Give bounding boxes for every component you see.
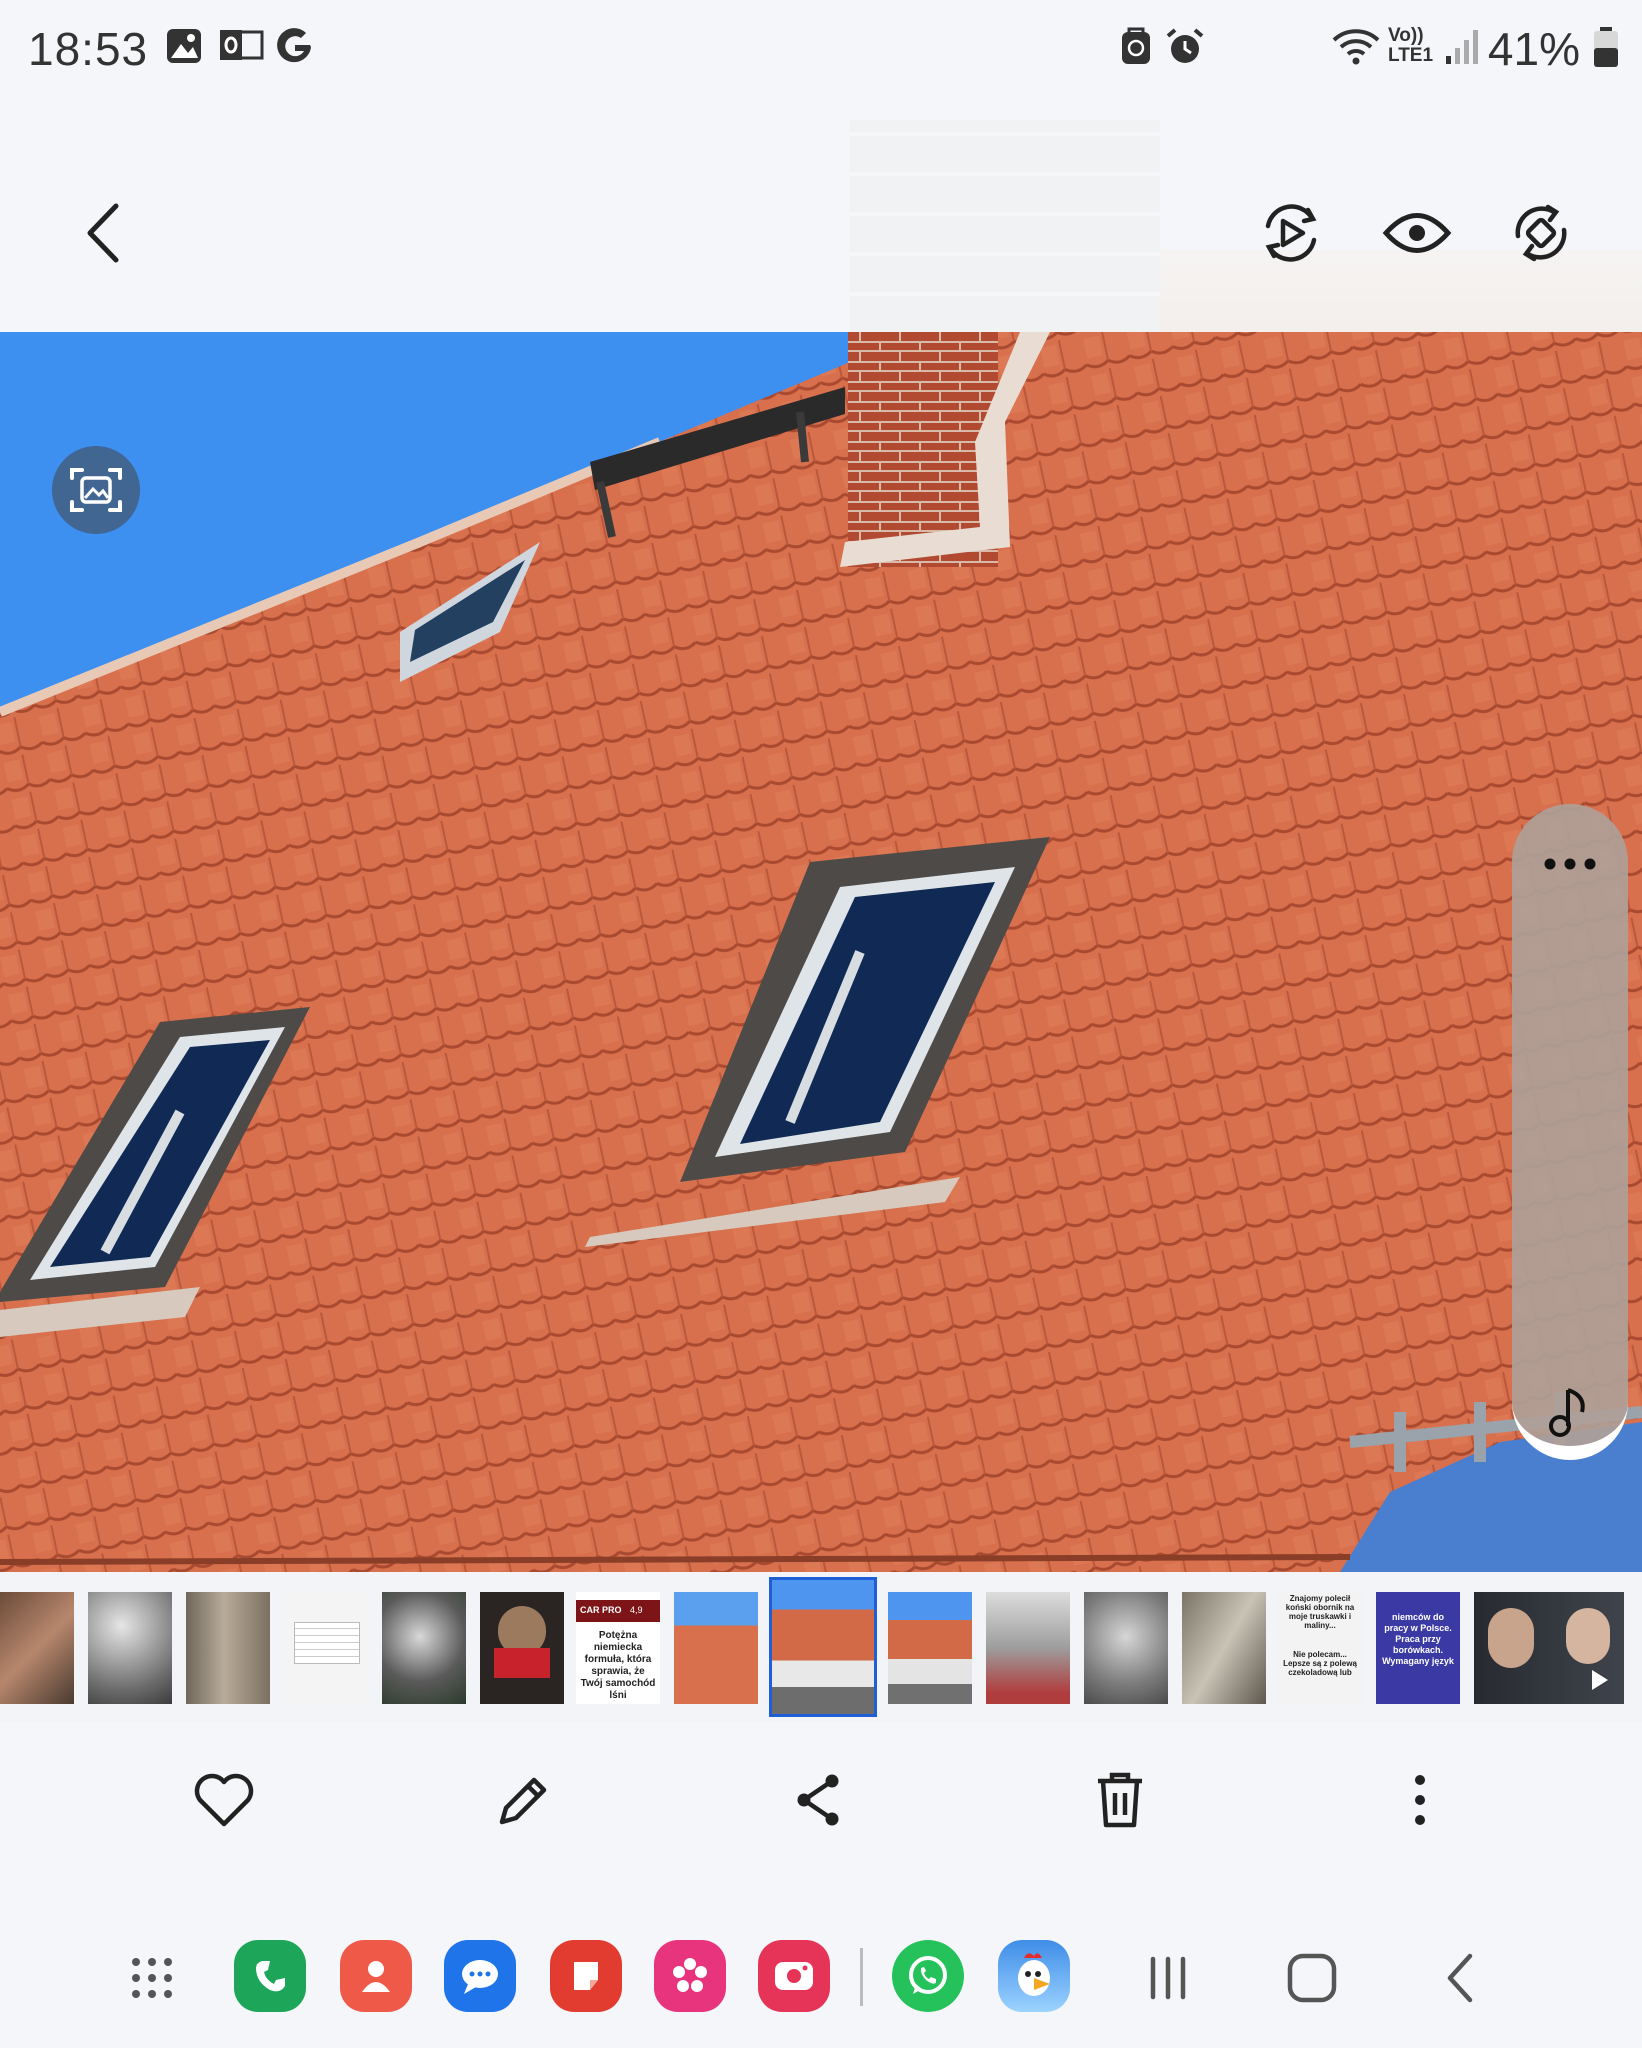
music-icon bbox=[1549, 1388, 1585, 1437]
image-scan-icon bbox=[70, 468, 122, 512]
action-bar bbox=[0, 1722, 1642, 1872]
share-icon bbox=[797, 1774, 839, 1826]
notes-app-icon[interactable] bbox=[550, 1940, 622, 2012]
delete-icon bbox=[1098, 1772, 1142, 1828]
roof-photo bbox=[0, 332, 1642, 1572]
side-more-button[interactable] bbox=[1542, 854, 1598, 874]
thumbnail[interactable] bbox=[284, 1592, 368, 1704]
thumbnail[interactable] bbox=[888, 1592, 972, 1704]
more-options-button[interactable] bbox=[1380, 1760, 1460, 1840]
thumbnail[interactable] bbox=[88, 1592, 172, 1704]
image-scan-button[interactable] bbox=[52, 446, 140, 534]
thumbnail[interactable] bbox=[0, 1592, 74, 1704]
thumbnail[interactable]: Znajomy polecił koński obornik na moje t… bbox=[1278, 1592, 1362, 1704]
battery-percentage: 41% bbox=[1487, 23, 1580, 75]
thumb-caption: Potężna niemiecka formuła, która sprawia… bbox=[580, 1630, 656, 1701]
status-time: 18:53 bbox=[28, 23, 149, 75]
recents-icon bbox=[1150, 1956, 1186, 2000]
face-preview bbox=[1488, 1608, 1534, 1668]
game-app-icon[interactable] bbox=[998, 1940, 1070, 2012]
thumbnail[interactable] bbox=[674, 1592, 758, 1704]
thumb-caption: Znajomy polecił koński obornik na moje t… bbox=[1285, 1594, 1355, 1630]
thumbnail[interactable] bbox=[1182, 1592, 1266, 1704]
music-button[interactable] bbox=[1546, 1384, 1594, 1440]
wifi-icon bbox=[1330, 26, 1382, 71]
back-button[interactable] bbox=[58, 188, 148, 278]
favorite-icon bbox=[194, 1773, 254, 1827]
thumbnail[interactable]: niemców do pracy w Polsce. Praca przy bo… bbox=[1376, 1592, 1460, 1704]
thumbnail[interactable] bbox=[986, 1592, 1070, 1704]
play-icon bbox=[1592, 1670, 1608, 1690]
view-button[interactable] bbox=[1372, 188, 1462, 278]
thumbnail-selected[interactable] bbox=[769, 1577, 877, 1717]
filmstrip: CAR PRO 4,9 Potężna niemiecka formuła, k… bbox=[0, 1572, 1642, 1722]
whatsapp-app-icon[interactable] bbox=[892, 1940, 964, 2012]
battery-icon bbox=[1592, 26, 1620, 73]
outlook-icon bbox=[218, 26, 264, 71]
thumb-badge: CAR PRO bbox=[580, 1605, 622, 1615]
phone-app-icon[interactable] bbox=[234, 1940, 306, 2012]
screen-recorder-app-icon[interactable] bbox=[758, 1940, 830, 2012]
rotate-icon bbox=[1515, 204, 1567, 262]
thumb-rating: 4,9 bbox=[630, 1605, 643, 1615]
lte-label: LTE1 bbox=[1388, 45, 1434, 66]
view-icon bbox=[1382, 213, 1452, 253]
dog-shirt-preview bbox=[494, 1648, 550, 1678]
volte-label: Vo)) bbox=[1388, 25, 1424, 46]
messages-app-icon[interactable] bbox=[444, 1940, 516, 2012]
recents-button[interactable] bbox=[1128, 1938, 1208, 2018]
top-toolbar bbox=[0, 100, 1642, 332]
back-icon bbox=[87, 203, 119, 263]
bixby-app-icon[interactable] bbox=[654, 1940, 726, 2012]
photo-viewer[interactable] bbox=[0, 332, 1642, 1572]
thumbnail[interactable]: CAR PRO 4,9 Potężna niemiecka formuła, k… bbox=[576, 1592, 660, 1704]
contacts-app-icon[interactable] bbox=[340, 1940, 412, 2012]
thumbnail[interactable] bbox=[480, 1592, 564, 1704]
delete-button[interactable] bbox=[1080, 1760, 1160, 1840]
share-button[interactable] bbox=[780, 1760, 860, 1840]
gallery-icon bbox=[164, 26, 204, 71]
motion-photo-button[interactable] bbox=[1246, 188, 1336, 278]
back-nav-button[interactable] bbox=[1420, 1938, 1500, 2018]
more-icon bbox=[1544, 858, 1596, 870]
apps-grid-button[interactable] bbox=[112, 1938, 192, 2018]
document-preview bbox=[294, 1622, 360, 1664]
back-nav-icon bbox=[1447, 1953, 1473, 2003]
dock bbox=[0, 1872, 1642, 2048]
alarm-icon bbox=[1164, 26, 1206, 73]
dock-divider bbox=[860, 1948, 863, 2006]
favorite-button[interactable] bbox=[184, 1760, 264, 1840]
photo-overlap-chimney bbox=[850, 120, 1160, 332]
side-panel bbox=[1512, 804, 1628, 1460]
thumb-caption: niemców do pracy w Polsce. Praca przy bo… bbox=[1382, 1612, 1454, 1666]
status-bar: 18:53 Vo)) LTE1 41% bbox=[0, 0, 1642, 100]
home-icon bbox=[1287, 1953, 1337, 2003]
face-preview bbox=[1566, 1608, 1610, 1664]
more-options-icon bbox=[1415, 1775, 1425, 1825]
volte-indicator: Vo)) LTE1 bbox=[1388, 26, 1438, 66]
secure-folder-icon bbox=[1120, 26, 1152, 71]
edit-icon bbox=[499, 1777, 547, 1825]
thumbnail[interactable] bbox=[186, 1592, 270, 1704]
edit-button[interactable] bbox=[482, 1760, 562, 1840]
rotate-button[interactable] bbox=[1496, 188, 1586, 278]
google-icon bbox=[274, 26, 316, 73]
motion-photo-icon bbox=[1265, 204, 1317, 262]
thumb-caption-2: Nie polecam... Lepsze są z polewą czekol… bbox=[1283, 1650, 1357, 1677]
signal-icon bbox=[1444, 26, 1484, 71]
apps-grid-icon bbox=[132, 1958, 172, 1998]
thumbnail-video[interactable] bbox=[1474, 1592, 1624, 1704]
thumbnail[interactable] bbox=[382, 1592, 466, 1704]
thumbnail[interactable] bbox=[1084, 1592, 1168, 1704]
home-button[interactable] bbox=[1272, 1938, 1352, 2018]
